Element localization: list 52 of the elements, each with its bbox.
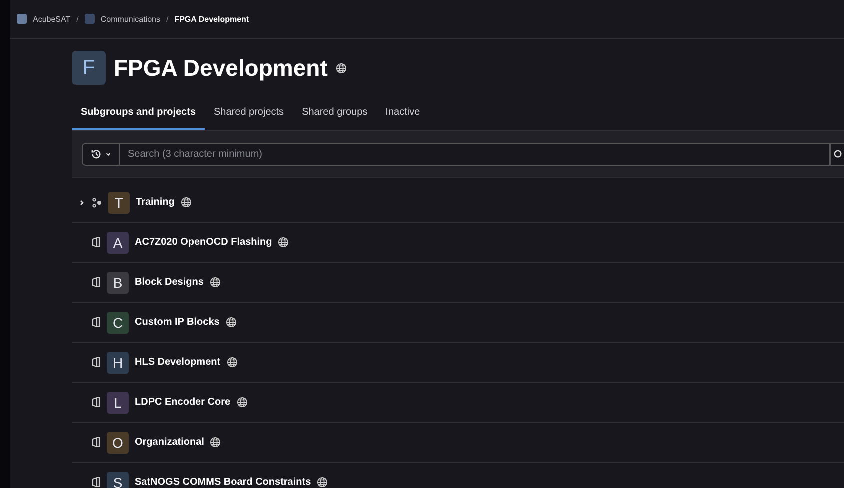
project-avatar: H xyxy=(107,352,129,374)
tab[interactable]: Shared projects xyxy=(205,97,294,130)
project-name-link[interactable]: HLS Development xyxy=(135,357,221,368)
project-icon xyxy=(92,277,101,288)
group-avatar: F xyxy=(72,51,106,85)
group-logo-icon xyxy=(84,14,95,24)
project-icon xyxy=(92,237,101,248)
project-name-link[interactable]: Custom IP Blocks xyxy=(135,317,220,328)
project-icon xyxy=(92,437,101,448)
search-icon xyxy=(834,150,843,158)
project-name-link[interactable]: AC7Z020 OpenOCD Flashing xyxy=(135,237,272,248)
chevron-down-icon xyxy=(104,150,112,158)
chevron-icon[interactable] xyxy=(78,198,86,206)
project-name-link[interactable]: Training xyxy=(136,197,175,208)
project-icon xyxy=(92,477,101,488)
tab[interactable]: Inactive xyxy=(376,97,430,130)
project-name-link[interactable]: Block Designs xyxy=(135,277,204,288)
globe-icon xyxy=(236,397,248,408)
project-icon xyxy=(92,357,101,368)
project-avatar: A xyxy=(107,232,129,254)
project-icon xyxy=(92,317,101,328)
subgroup-icon xyxy=(92,198,102,208)
project-avatar: T xyxy=(108,192,130,214)
globe-icon xyxy=(278,237,290,248)
project-name-link[interactable]: SatNOGS COMMS Board Constraints xyxy=(135,477,312,488)
project-name-link[interactable]: Organizational xyxy=(135,437,204,448)
search-button[interactable] xyxy=(830,142,844,166)
globe-icon xyxy=(210,437,222,448)
globe-icon xyxy=(226,317,237,328)
project-avatar: O xyxy=(107,432,129,454)
project-avatar: B xyxy=(107,272,129,294)
project-avatar: C xyxy=(107,312,129,334)
breadcrumb-separator: / xyxy=(76,14,79,24)
globe-icon xyxy=(317,477,328,488)
tab[interactable]: Shared groups xyxy=(293,97,377,130)
search-field[interactable]: Search (3 character minimum) xyxy=(120,142,830,166)
breadcrumb-separator: / xyxy=(166,14,169,24)
project-name-link[interactable]: LDPC Encoder Core xyxy=(135,397,231,408)
group-logo-icon xyxy=(17,14,27,24)
breadcrumb-link[interactable]: AcubeSAT xyxy=(33,14,71,24)
history-dropdown-button[interactable] xyxy=(82,142,120,166)
breadcrumb-link[interactable]: FPGA Development xyxy=(174,14,250,24)
page-title: FPGA Development xyxy=(114,54,328,82)
project-icon xyxy=(92,397,101,408)
history-icon xyxy=(90,148,102,160)
globe-icon xyxy=(226,357,238,368)
breadcrumb-link[interactable]: Communications xyxy=(100,14,160,24)
globe-icon xyxy=(210,277,221,288)
globe-icon xyxy=(180,197,192,208)
project-avatar: S xyxy=(107,472,129,488)
globe-icon xyxy=(336,62,347,74)
project-avatar: L xyxy=(107,392,129,414)
